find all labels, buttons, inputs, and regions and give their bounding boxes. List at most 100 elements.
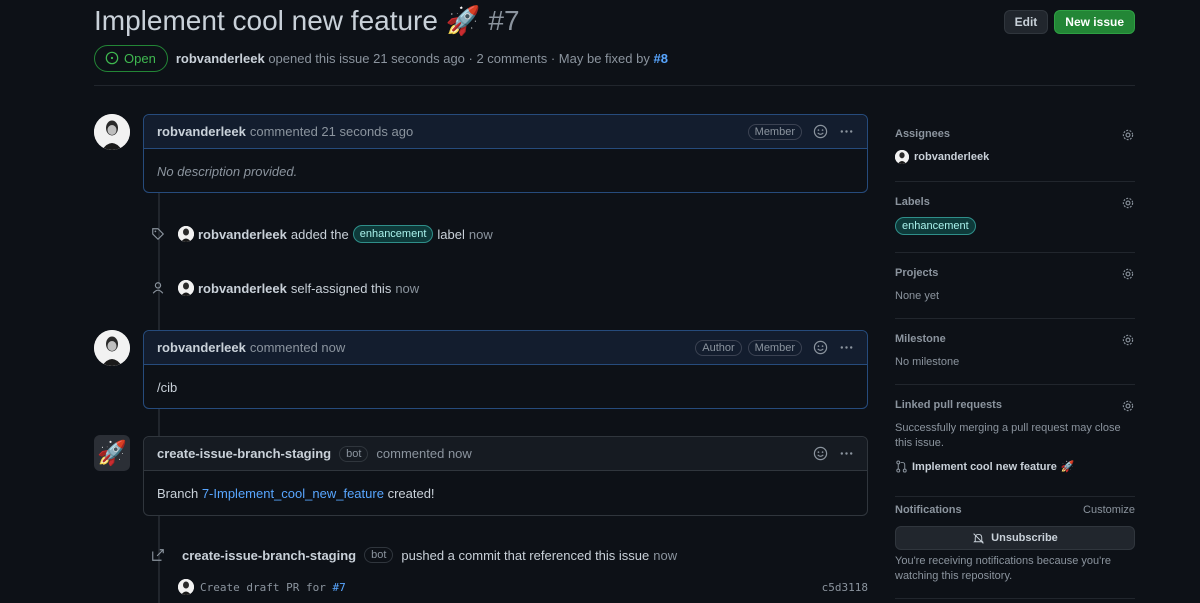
smiley-icon[interactable] bbox=[812, 340, 828, 356]
milestone-value: No milestone bbox=[895, 356, 960, 368]
notifications-title: Notifications bbox=[895, 504, 962, 516]
projects-section: Projects None yet bbox=[895, 267, 1135, 319]
issue-title-text: Implement cool new feature bbox=[94, 5, 438, 36]
linked-pr-emoji: 🚀 bbox=[1060, 461, 1075, 473]
header-actions: Edit New issue bbox=[1003, 10, 1135, 34]
bot-badge: bot bbox=[339, 445, 369, 462]
event-text: added the bbox=[290, 226, 349, 242]
assignee-entry[interactable]: robvanderleek bbox=[895, 150, 989, 164]
person-icon bbox=[150, 280, 166, 296]
milestone-section: Milestone No milestone bbox=[895, 333, 1135, 385]
smiley-icon[interactable] bbox=[812, 446, 828, 462]
unsubscribe-button[interactable]: Unsubscribe bbox=[895, 526, 1135, 550]
commit-event: create-issue-branch-staging bot pushed a… bbox=[150, 547, 677, 563]
fixed-by-link[interactable]: #8 bbox=[653, 51, 667, 66]
bot-avatar[interactable]: 🚀 bbox=[94, 435, 130, 471]
event-time[interactable]: now bbox=[653, 548, 677, 563]
comment-3: create-issue-branch-staging bot commente… bbox=[143, 436, 868, 516]
avatar[interactable] bbox=[94, 330, 130, 366]
branch-prefix: Branch bbox=[157, 486, 199, 501]
comment-body: Branch 7-Implement_cool_new_feature crea… bbox=[144, 471, 867, 516]
event-tail: label bbox=[437, 226, 465, 242]
event-text: pushed a commit that referenced this iss… bbox=[401, 547, 650, 563]
comment-author[interactable]: create-issue-branch-staging bbox=[157, 446, 331, 461]
milestone-title: Milestone bbox=[895, 333, 946, 345]
gear-icon[interactable] bbox=[1121, 267, 1135, 281]
comment-2: robvanderleek commented now Author Membe… bbox=[143, 330, 868, 409]
notifications-section: Notifications Customize Unsubscribe You'… bbox=[895, 504, 1135, 599]
issue-author-link[interactable]: robvanderleek bbox=[176, 51, 265, 66]
commit-issue-ref[interactable]: #7 bbox=[332, 581, 345, 594]
kebab-menu-icon[interactable] bbox=[838, 340, 854, 356]
kebab-menu-icon[interactable] bbox=[838, 124, 854, 140]
issue-number: #7 bbox=[488, 5, 520, 36]
cross-reference-icon bbox=[150, 547, 166, 563]
rocket-icon: 🚀 bbox=[97, 439, 127, 467]
customize-link[interactable]: Customize bbox=[1083, 504, 1135, 516]
header-divider bbox=[94, 85, 1135, 86]
assignee-name: robvanderleek bbox=[914, 151, 990, 163]
linked-prs-title: Linked pull requests bbox=[895, 399, 1002, 411]
author-badge: Author bbox=[695, 339, 742, 356]
new-issue-button[interactable]: New issue bbox=[1054, 10, 1135, 34]
issue-meta: Open robvanderleek opened this issue 21 … bbox=[94, 44, 668, 72]
event-author[interactable]: create-issue-branch-staging bbox=[182, 548, 356, 563]
issue-open-icon bbox=[105, 51, 119, 65]
event-time[interactable]: now bbox=[395, 281, 419, 296]
assign-event: robvanderleek self-assigned this now bbox=[150, 280, 419, 296]
gear-icon[interactable] bbox=[1121, 399, 1135, 413]
comment-meta[interactable]: commented now bbox=[376, 446, 471, 461]
rocket-emoji: 🚀 bbox=[445, 5, 481, 36]
state-label: Open bbox=[124, 50, 156, 66]
avatar-portrait-icon bbox=[94, 330, 130, 366]
mini-avatar[interactable] bbox=[178, 226, 194, 242]
assignees-title: Assignees bbox=[895, 128, 951, 140]
avatar[interactable] bbox=[94, 114, 130, 150]
projects-value: None yet bbox=[895, 290, 940, 302]
gear-icon[interactable] bbox=[1121, 128, 1135, 142]
enhancement-label[interactable]: enhancement bbox=[895, 217, 976, 235]
member-badge: Member bbox=[747, 123, 802, 140]
comment-meta[interactable]: commented 21 seconds ago bbox=[250, 124, 413, 139]
comment-author[interactable]: robvanderleek bbox=[157, 124, 246, 139]
comment-1: robvanderleek commented 21 seconds ago M… bbox=[143, 114, 868, 193]
projects-title: Projects bbox=[895, 267, 939, 279]
event-author[interactable]: robvanderleek bbox=[198, 227, 287, 242]
commit-sha[interactable]: c5d3118 bbox=[822, 581, 868, 594]
branch-link[interactable]: 7-Implement_cool_new_feature bbox=[202, 486, 384, 501]
edit-button[interactable]: Edit bbox=[1003, 10, 1049, 34]
event-author[interactable]: robvanderleek bbox=[198, 281, 287, 296]
notifications-reason: You're receiving notifications because y… bbox=[895, 555, 1111, 582]
comment-body: No description provided. bbox=[157, 163, 298, 179]
smiley-icon[interactable] bbox=[812, 124, 828, 140]
avatar-portrait-icon bbox=[94, 114, 130, 150]
comment-header: create-issue-branch-staging bot commente… bbox=[144, 437, 867, 471]
comment-meta[interactable]: commented now bbox=[250, 340, 345, 355]
tag-icon bbox=[150, 226, 166, 242]
event-text: self-assigned this bbox=[290, 280, 392, 296]
bot-badge: bot bbox=[364, 547, 394, 563]
comment-header: robvanderleek commented now Author Membe… bbox=[144, 331, 867, 365]
issue-title: Implement cool new feature 🚀 #7 bbox=[94, 4, 520, 37]
gear-icon[interactable] bbox=[1121, 333, 1135, 347]
comment-body: /cib bbox=[157, 379, 178, 395]
unsubscribe-label: Unsubscribe bbox=[991, 532, 1058, 544]
comment-author[interactable]: robvanderleek bbox=[157, 340, 246, 355]
enhancement-label[interactable]: enhancement bbox=[352, 225, 434, 243]
commit-message[interactable]: Create draft PR for bbox=[200, 581, 326, 594]
open-state-badge: Open bbox=[94, 44, 168, 72]
gear-icon[interactable] bbox=[1121, 196, 1135, 210]
member-badge: Member bbox=[747, 339, 802, 356]
pull-request-icon bbox=[896, 460, 907, 473]
linked-prs-description: Successfully merging a pull request may … bbox=[895, 422, 1121, 449]
kebab-menu-icon[interactable] bbox=[838, 446, 854, 462]
label-event: robvanderleek added the enhancement labe… bbox=[150, 225, 493, 243]
linked-pr-entry[interactable]: Implement cool new feature 🚀 bbox=[895, 460, 1075, 473]
labels-value: enhancement bbox=[895, 217, 976, 235]
mini-avatar[interactable] bbox=[178, 280, 194, 296]
comment-header: robvanderleek commented 21 seconds ago M… bbox=[144, 115, 867, 149]
event-time[interactable]: now bbox=[469, 227, 493, 242]
opened-text: opened this issue 21 seconds ago · 2 com… bbox=[268, 50, 650, 66]
assignees-section: Assignees robvanderleek bbox=[895, 128, 1135, 182]
mini-avatar[interactable] bbox=[178, 579, 194, 595]
